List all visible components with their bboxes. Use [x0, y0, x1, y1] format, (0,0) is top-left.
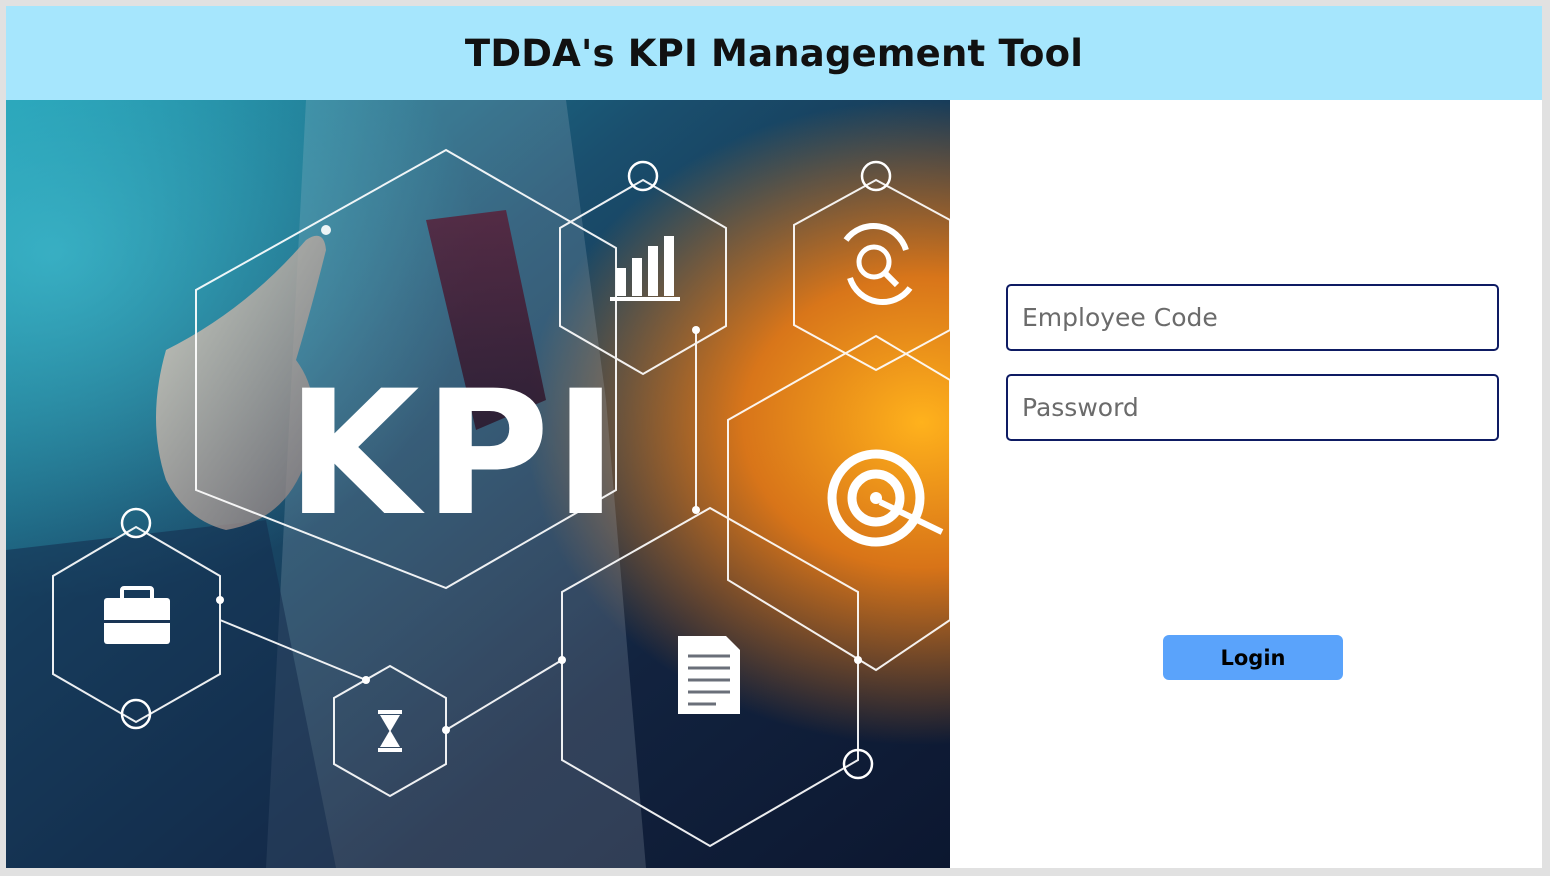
login-button[interactable]: Login — [1163, 635, 1343, 680]
kpi-hero-image: KPI — [6, 100, 950, 868]
employee-code-input[interactable] — [1006, 284, 1499, 351]
kpi-heading: KPI — [286, 353, 621, 554]
header-bar: TDDA's KPI Management Tool — [6, 6, 1542, 100]
password-input[interactable] — [1006, 374, 1499, 441]
login-panel: Login — [950, 100, 1542, 868]
document-icon — [678, 636, 740, 714]
app-window: TDDA's KPI Management Tool KPI Employee … — [6, 6, 1542, 868]
page-title: TDDA's KPI Management Tool — [464, 31, 1084, 75]
